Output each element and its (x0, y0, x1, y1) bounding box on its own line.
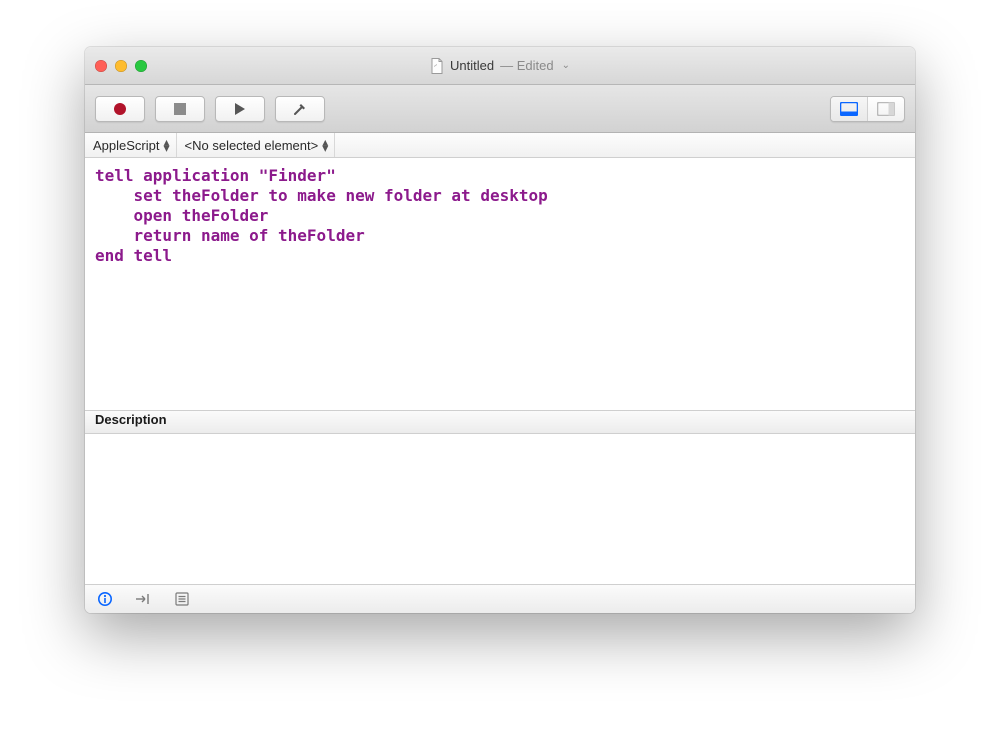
description-header[interactable]: Description (85, 410, 915, 434)
element-popup[interactable]: <No selected element> ▴▾ (177, 133, 336, 157)
window-controls (95, 60, 147, 72)
navigation-spacer (335, 133, 915, 157)
log-icon[interactable] (175, 592, 189, 606)
description-body[interactable] (85, 434, 915, 584)
info-icon[interactable] (97, 591, 113, 607)
result-icon[interactable] (135, 592, 153, 606)
document-icon (430, 58, 444, 74)
run-button[interactable] (215, 96, 265, 122)
element-label: <No selected element> (185, 138, 319, 153)
window-title: Untitled (450, 58, 494, 73)
bottom-bar (85, 584, 915, 613)
minimize-window-button[interactable] (115, 60, 127, 72)
window-title-suffix: — Edited (500, 58, 553, 73)
language-popup[interactable]: AppleScript ▴▾ (85, 133, 177, 157)
view-result-pane-button[interactable] (831, 97, 867, 121)
language-label: AppleScript (93, 138, 159, 153)
navigation-bar: AppleScript ▴▾ <No selected element> ▴▾ (85, 133, 915, 158)
updown-icon: ▴▾ (322, 139, 326, 151)
updown-icon: ▴▾ (163, 139, 167, 151)
script-editor-textarea[interactable]: tell application "Finder" set theFolder … (85, 158, 915, 410)
stop-button[interactable] (155, 96, 205, 122)
script-editor-window: Untitled — Edited ⌄ (85, 47, 915, 613)
toolbar (85, 85, 915, 133)
close-window-button[interactable] (95, 60, 107, 72)
titlebar: Untitled — Edited ⌄ (85, 47, 915, 85)
title-dropdown-icon[interactable]: ⌄ (562, 60, 570, 71)
compile-button[interactable] (275, 96, 325, 122)
record-button[interactable] (95, 96, 145, 122)
view-log-pane-button[interactable] (867, 97, 904, 121)
zoom-window-button[interactable] (135, 60, 147, 72)
view-mode-segmented (830, 96, 905, 122)
